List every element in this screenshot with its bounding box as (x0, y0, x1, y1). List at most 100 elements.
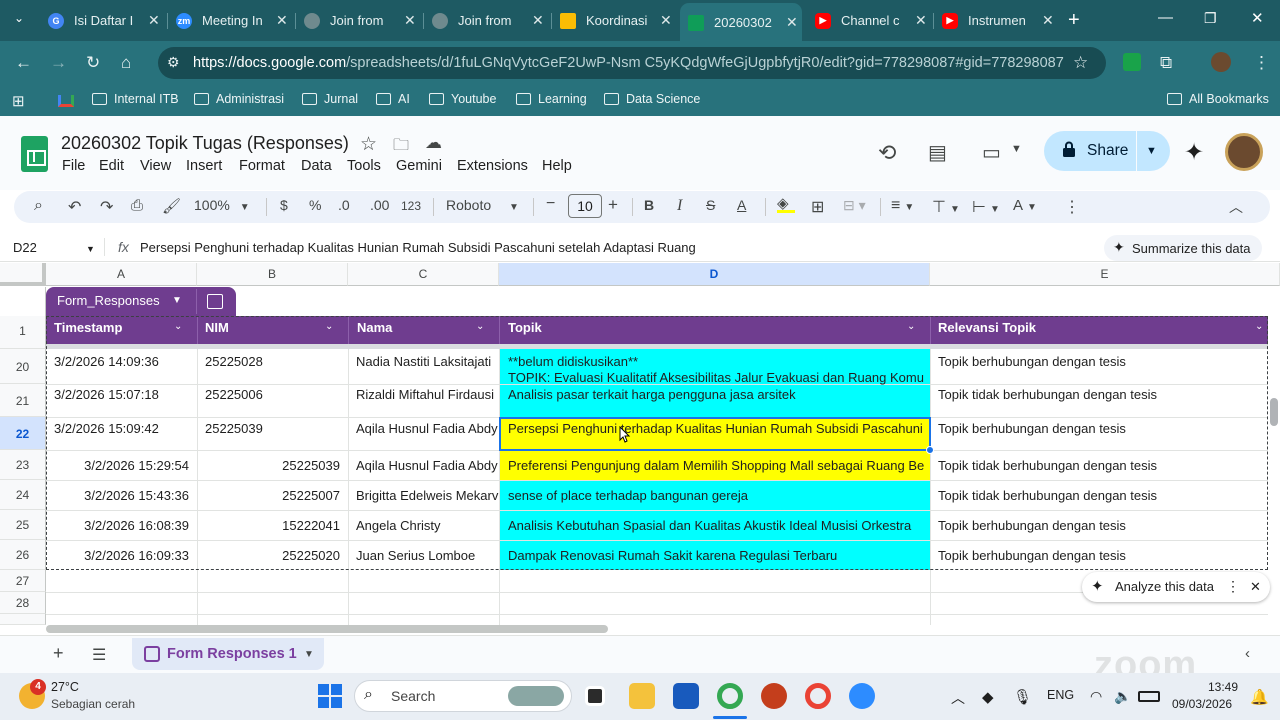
column-menu-chevron-icon[interactable]: ⌄ (174, 321, 182, 332)
powerpoint-icon[interactable] (761, 683, 787, 709)
header-relevansi-topik[interactable]: Relevansi Topik (938, 320, 1036, 335)
file-explorer-icon[interactable] (629, 683, 655, 709)
all-bookmarks[interactable]: All Bookmarks (1167, 92, 1269, 106)
close-tab-icon[interactable]: ✕ (276, 12, 288, 29)
merge-cells-icon[interactable]: ⊟ ▾ (843, 197, 866, 214)
bookmark-data-science[interactable]: Data Science (604, 92, 700, 106)
close-tab-icon[interactable]: ✕ (404, 12, 416, 29)
home-icon[interactable]: ⌂ (121, 53, 131, 73)
header-topik[interactable]: Topik (508, 320, 542, 335)
zoom-select[interactable]: 100% ▼ (194, 197, 250, 213)
cell-relevansi[interactable]: Topik tidak berhubungan dengan tesis (930, 387, 1268, 402)
menu-format[interactable]: Format (239, 158, 285, 174)
vertical-scrollbar[interactable] (1270, 398, 1278, 426)
fill-color-icon[interactable]: ◈ (777, 194, 795, 213)
cell-timestamp[interactable]: 3/2/2026 14:09:36 (46, 354, 197, 369)
italic-icon[interactable]: I (677, 197, 682, 215)
bookmark-jurnal[interactable]: Jurnal (302, 92, 358, 106)
font-select[interactable]: Roboto ▼ (446, 197, 519, 213)
search-menus-icon[interactable]: ⌕ (34, 197, 43, 215)
header-nama[interactable]: Nama (357, 320, 392, 335)
cell-relevansi[interactable]: Topik berhubungan dengan tesis (930, 421, 1268, 436)
cell-nim[interactable]: 25225020 (197, 548, 348, 563)
browser-tab-7[interactable]: ▶ Channel c ✕ (815, 6, 927, 35)
cell-timestamp[interactable]: 3/2/2026 16:09:33 (46, 548, 197, 563)
bold-icon[interactable]: B (644, 197, 654, 213)
decrease-decimal-button[interactable]: .0 (338, 197, 350, 213)
cell-topik[interactable]: sense of place terhadap bangunan gereja (500, 488, 930, 503)
column-menu-chevron-icon[interactable]: ⌄ (476, 321, 484, 332)
analyze-close-icon[interactable]: ✕ (1250, 579, 1261, 595)
reload-icon[interactable]: ↻ (86, 53, 100, 73)
row-header-20[interactable]: 20 (0, 349, 46, 384)
bookmark-ai[interactable]: AI (376, 92, 410, 106)
bookmark-star-icon[interactable]: ☆ (1073, 53, 1088, 73)
cell-nim[interactable]: 25225039 (197, 458, 348, 473)
select-all-corner[interactable] (0, 263, 46, 286)
new-tab-icon[interactable]: + (1068, 9, 1080, 32)
undo-icon[interactable]: ↶ (68, 197, 81, 217)
menu-edit[interactable]: Edit (99, 158, 124, 174)
close-tab-icon[interactable]: ✕ (915, 12, 927, 29)
horizontal-scrollbar[interactable] (46, 625, 608, 633)
cell-timestamp[interactable]: 3/2/2026 15:43:36 (46, 488, 197, 503)
decrease-font-size-icon[interactable]: − (546, 195, 555, 213)
browser-menu-icon[interactable]: ⋮ (1253, 53, 1270, 73)
back-icon[interactable]: ← (15, 53, 32, 73)
cell-topik[interactable]: **belum didiskusikan** (500, 354, 930, 369)
active-cell-selection[interactable] (499, 417, 931, 451)
cell-timestamp[interactable]: 3/2/2026 15:07:18 (46, 387, 197, 402)
gemini-sparkle-icon[interactable]: ✦ (1184, 138, 1204, 167)
row-header-27[interactable]: 27 (0, 570, 46, 592)
menu-view[interactable]: View (140, 158, 171, 174)
bookmark-internal-itb[interactable]: Internal ITB (92, 92, 179, 106)
cell-timestamp[interactable]: 3/2/2026 15:29:54 (46, 458, 197, 473)
chrome-profile-icon[interactable] (805, 683, 831, 709)
cell-topik[interactable]: Preferensi Pengunjung dalam Memilih Shop… (500, 458, 930, 473)
more-options-icon[interactable]: ⋮ (1064, 197, 1080, 217)
chevron-down-icon[interactable]: ▼ (1011, 143, 1022, 155)
menu-insert[interactable]: Insert (186, 158, 222, 174)
all-sheets-icon[interactable]: ☰ (92, 645, 106, 665)
close-tab-icon[interactable]: ✕ (532, 12, 544, 29)
browser-tab-1[interactable]: G Isi Daftar I ✕ (48, 6, 160, 35)
collapse-menus-icon[interactable]: ︿ (1229, 197, 1243, 217)
restore-icon[interactable]: ❐ (1204, 10, 1217, 27)
row-header-1[interactable]: 1 (0, 316, 46, 349)
browser-tab-8[interactable]: ▶ Instrumen ✕ (942, 6, 1054, 35)
browser-tab-4[interactable]: Join from ✕ (432, 6, 544, 35)
menu-help[interactable]: Help (542, 158, 572, 174)
column-menu-chevron-icon[interactable]: ⌄ (907, 321, 915, 332)
close-tab-icon[interactable]: ✕ (786, 14, 798, 31)
col-header-d[interactable]: D (499, 263, 930, 286)
cell-nama[interactable]: Brigitta Edelweis Mekarv (348, 488, 499, 503)
cell-relevansi[interactable]: Topik berhubungan dengan tesis (930, 548, 1268, 563)
tray-overflow-icon[interactable]: ︿ (951, 688, 965, 708)
cell-timestamp[interactable]: 3/2/2026 15:09:42 (46, 421, 197, 436)
minimize-icon[interactable]: — (1158, 9, 1173, 26)
battery-icon[interactable] (1138, 691, 1160, 702)
explore-collapse-icon[interactable]: ‹ (1245, 645, 1250, 662)
weather-temp[interactable]: 27°C (51, 680, 79, 694)
star-icon[interactable]: ☆ (360, 133, 377, 156)
cell-topik[interactable]: Analisis pasar terkait harga pengguna ja… (500, 387, 930, 402)
analyze-more-icon[interactable]: ⋮ (1226, 578, 1240, 595)
col-header-a[interactable]: A (46, 263, 197, 286)
menu-file[interactable]: File (62, 158, 85, 174)
profile-avatar-icon[interactable] (1211, 52, 1231, 72)
bookmark-administrasi[interactable]: Administrasi (194, 92, 284, 106)
close-tab-icon[interactable]: ✕ (148, 12, 160, 29)
add-sheet-icon[interactable]: + (53, 643, 64, 664)
share-dropdown-icon[interactable]: ▼ (1146, 145, 1157, 157)
more-formats-button[interactable]: 123 (401, 199, 421, 213)
row-header-25[interactable]: 25 (0, 510, 46, 540)
cell-nama[interactable]: Juan Serius Lomboe (348, 548, 499, 563)
row-header-23[interactable]: 23 (0, 450, 46, 480)
clock-date[interactable]: 09/03/2026 (1172, 697, 1232, 711)
column-menu-chevron-icon[interactable]: ⌄ (1255, 321, 1263, 332)
increase-font-size-icon[interactable]: + (608, 195, 618, 215)
cell-nim[interactable]: 25225006 (197, 387, 348, 402)
site-info-icon[interactable]: ⚙ (167, 54, 180, 71)
bookmark-learning[interactable]: Learning (516, 92, 587, 106)
cell-nama[interactable]: Aqila Husnul Fadia Abdy (348, 421, 499, 436)
